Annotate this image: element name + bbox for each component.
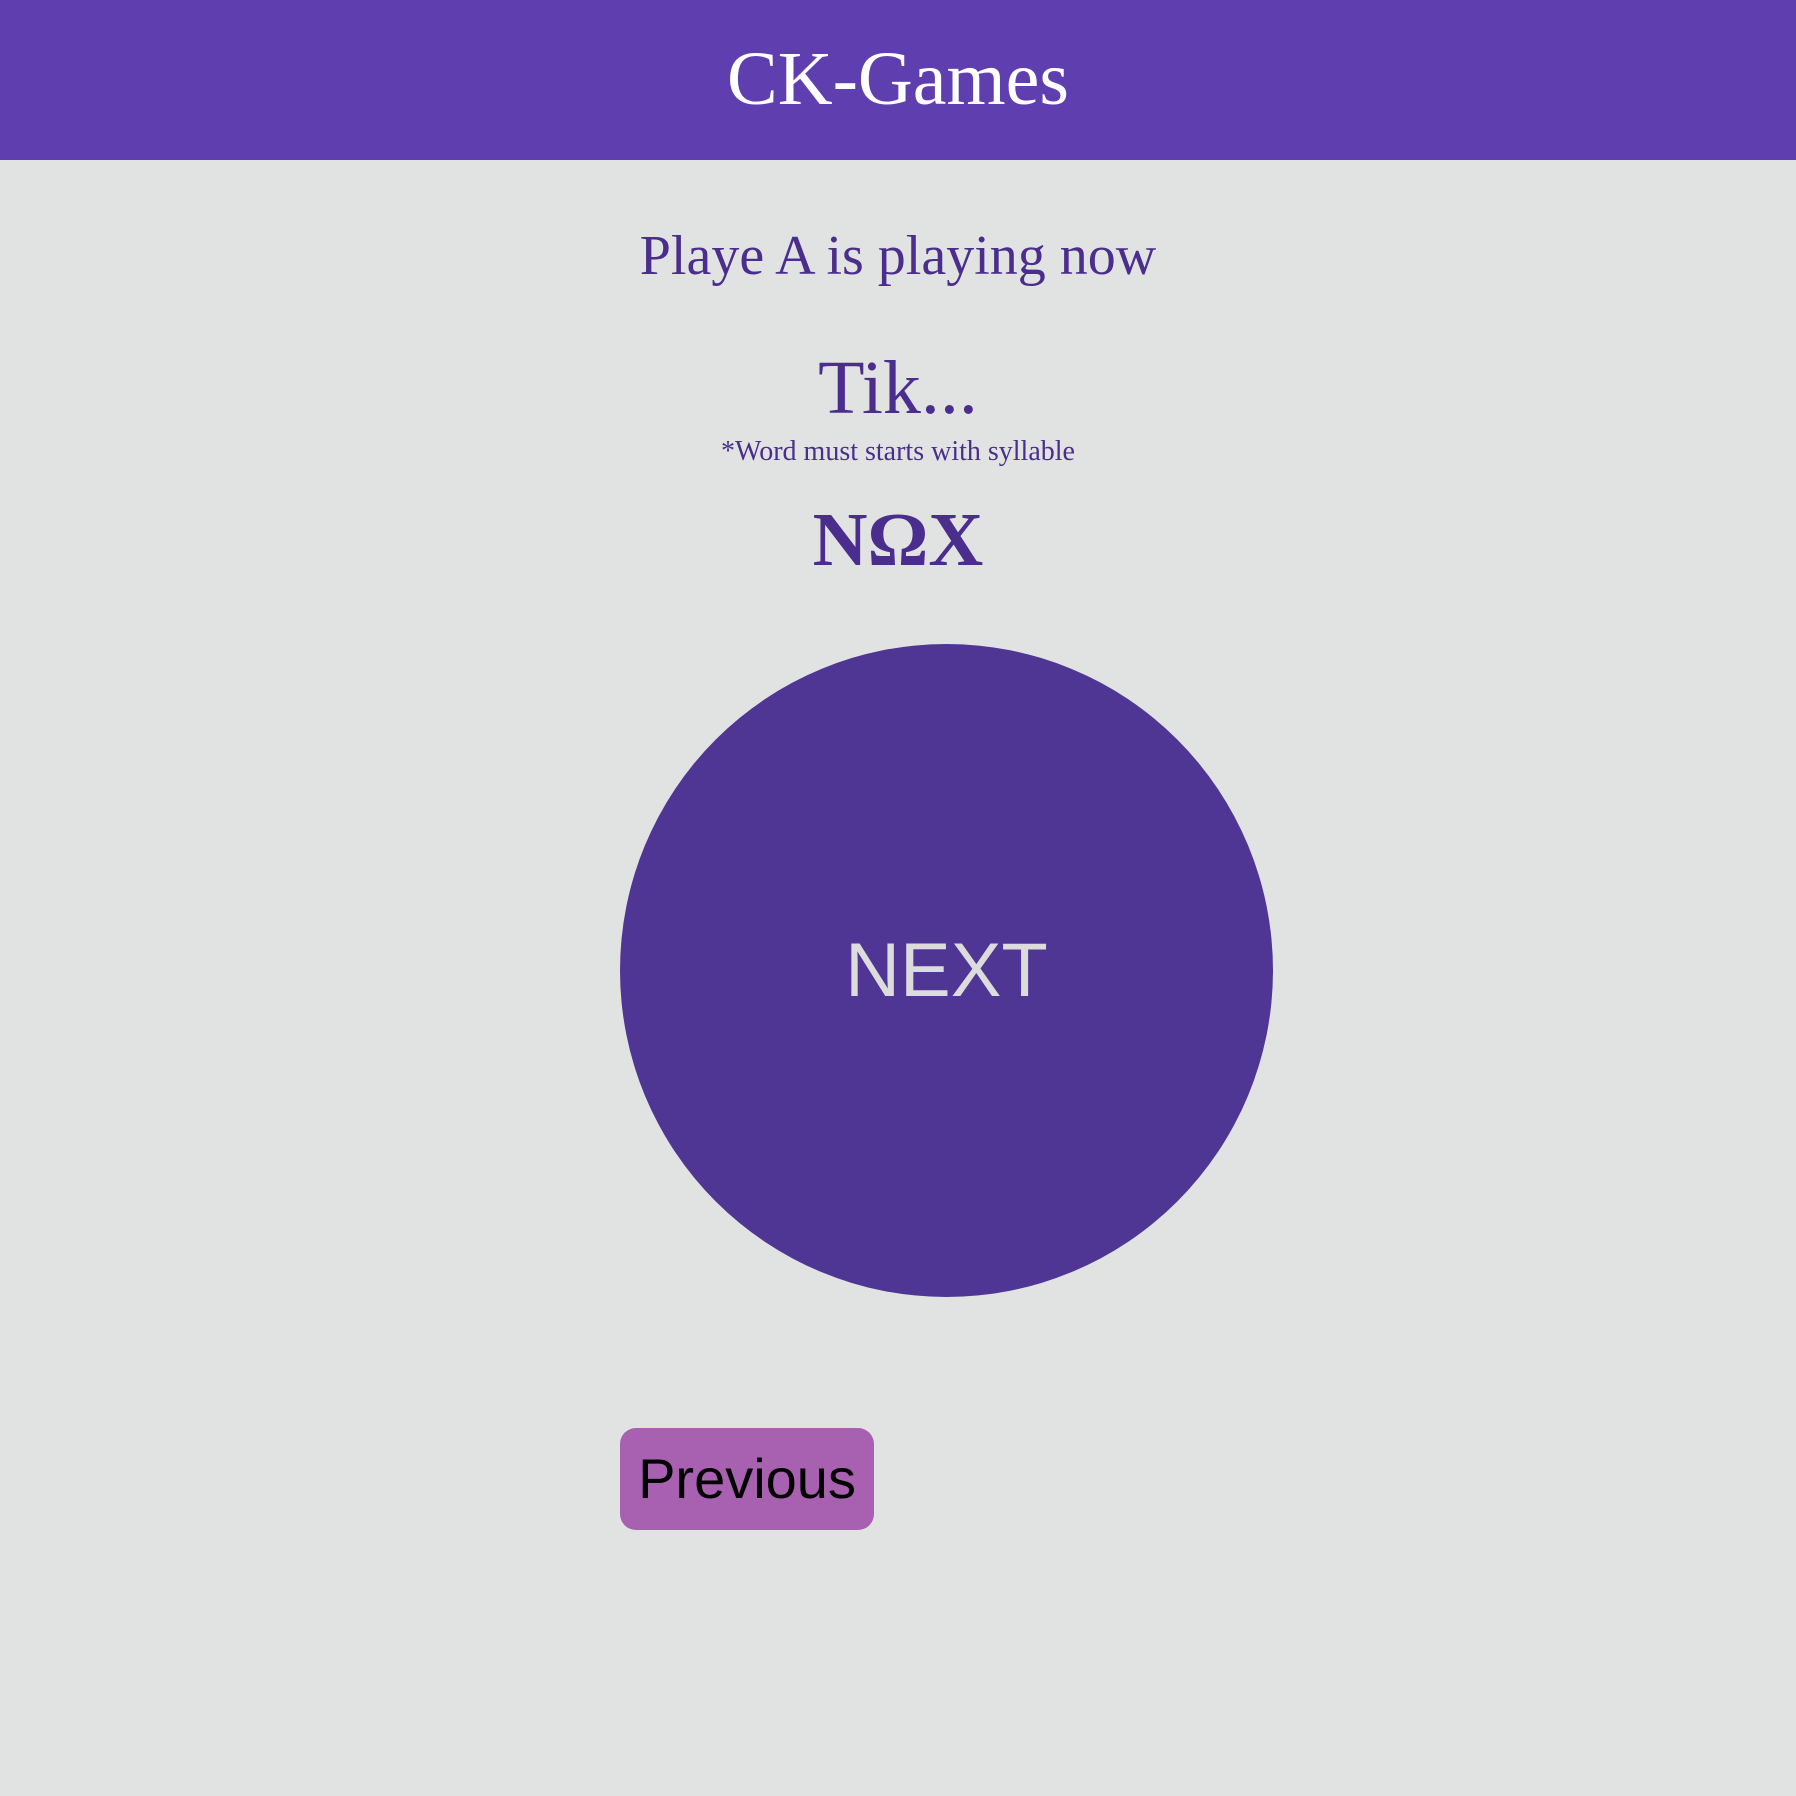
current-player-status: Playe A is playing now xyxy=(639,225,1157,287)
previous-button[interactable]: Previous xyxy=(620,1428,874,1530)
current-syllable: Tik... xyxy=(818,346,978,430)
game-code: NΩX xyxy=(812,498,984,582)
previous-button-label: Previous xyxy=(638,1447,856,1510)
next-button-label: NEXT xyxy=(845,927,1048,1013)
syllable-hint: *Word must starts with syllable xyxy=(721,436,1075,467)
next-button[interactable]: NEXT xyxy=(620,644,1273,1297)
game-area: Playe A is playing now Tik... *Word must… xyxy=(0,160,1796,1796)
app-title: CK-Games xyxy=(727,37,1069,121)
app-header: CK-Games xyxy=(0,0,1796,160)
